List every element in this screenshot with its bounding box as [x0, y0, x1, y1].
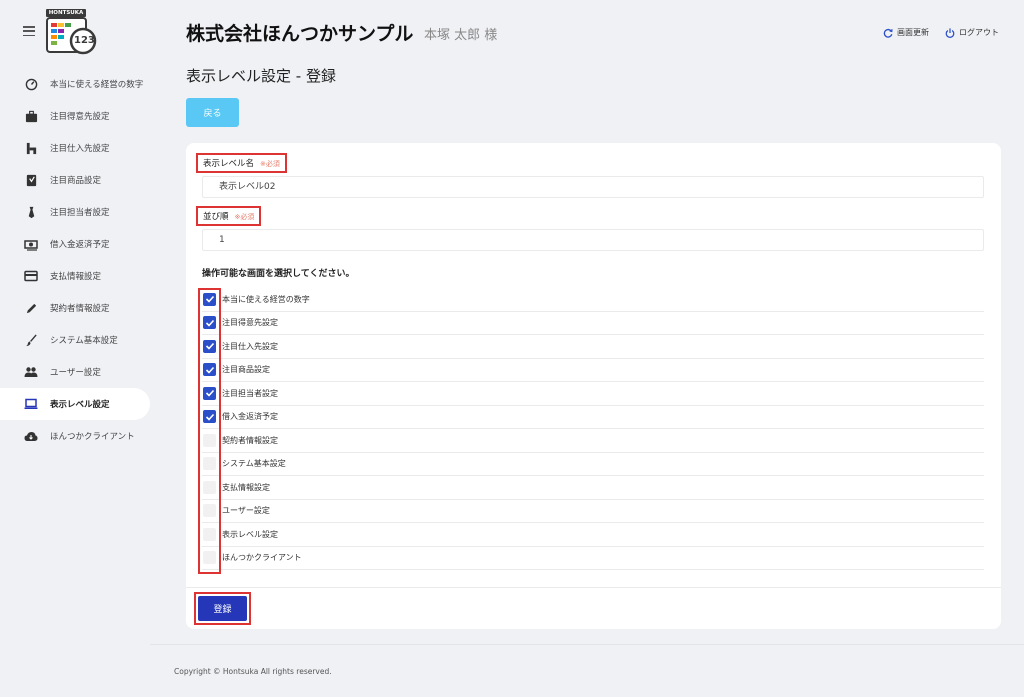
sidebar-item-products[interactable]: 注目商品設定 [0, 164, 150, 196]
cloud-download-icon [24, 429, 38, 443]
bookmark-box-icon [24, 173, 38, 187]
list-item: 支払情報設定 [202, 476, 984, 500]
refresh-button[interactable]: 画面更新 [883, 27, 929, 38]
sidebar-item-label: システム基本設定 [50, 336, 118, 346]
pen-icon [24, 301, 38, 315]
sidebar-item-label: ユーザー設定 [50, 368, 101, 378]
list-item: 表示レベル設定 [202, 523, 984, 547]
list-item: ほんつかクライアント [202, 547, 984, 570]
required-mark: ※必須 [260, 160, 280, 168]
checkbox-highlight-frame [198, 288, 221, 574]
screen-label: 注目仕入先設定 [222, 341, 278, 351]
sidebar-item-loans[interactable]: 借入金返済予定 [0, 228, 150, 260]
level-name-label-text: 表示レベル名 [203, 159, 255, 169]
laptop-icon [24, 397, 38, 411]
submit-highlight-frame: 登録 [194, 592, 251, 625]
level-name-label: 表示レベル名 ※必須 [196, 153, 287, 173]
speedometer-icon [24, 77, 38, 91]
credit-card-icon [24, 269, 38, 283]
refresh-icon [883, 28, 893, 38]
screen-label: ほんつかクライアント [222, 553, 302, 563]
screen-label: 支払情報設定 [222, 482, 270, 492]
company-name: 株式会社ほんつかサンプル [186, 23, 414, 45]
list-item: 注目仕入先設定 [202, 335, 984, 359]
page-title: 表示レベル設定 - 登録 [186, 67, 336, 85]
sidebar-item-label: 借入金返済予定 [50, 240, 110, 250]
list-item: 契約者情報設定 [202, 429, 984, 453]
screen-label: 注目担当者設定 [222, 388, 278, 398]
sidebar-item-system[interactable]: システム基本設定 [0, 324, 150, 356]
form-card: 表示レベル名 ※必須 表示レベル02 並び順 ※必須 1 操作可能な画面を選択してく… [186, 143, 1001, 629]
logo-number: 123 [74, 35, 95, 46]
list-item: 注目得意先設定 [202, 312, 984, 335]
screen-label: 借入金返済予定 [222, 412, 278, 422]
sidebar-item-label: 注目担当者設定 [50, 208, 110, 218]
order-input[interactable]: 1 [202, 229, 984, 251]
required-mark: ※必須 [234, 213, 255, 221]
sidebar-item-payment[interactable]: 支払情報設定 [0, 260, 150, 292]
level-name-input[interactable]: 表示レベル02 [202, 176, 984, 198]
sidebar-item-contractor[interactable]: 契約者情報設定 [0, 292, 150, 324]
screen-select-instruction: 操作可能な画面を選択してください。 [202, 269, 355, 279]
screen-checkbox-list: 本当に使える経営の数字 注目得意先設定 注目仕入先設定 注目商品設定 注目担当者… [202, 288, 984, 570]
order-label: 並び順 ※必須 [196, 206, 262, 226]
user-name: 本塚 太郎 様 [424, 28, 498, 43]
brush-icon [24, 333, 38, 347]
sidebar-item-management-numbers[interactable]: 本当に使える経営の数字 [0, 68, 150, 100]
menu-icon[interactable] [23, 26, 35, 36]
sidebar-item-label: 支払情報設定 [50, 272, 102, 282]
power-icon [945, 27, 955, 38]
sidebar-item-label: 注目商品設定 [50, 176, 102, 186]
screen-label: ユーザー設定 [222, 506, 270, 516]
sidebar-item-label: 注目得意先設定 [50, 112, 110, 122]
sidebar-item-label: 本当に使える経営の数字 [50, 80, 144, 90]
sidebar-item-users[interactable]: ユーザー設定 [0, 356, 150, 388]
sidebar-item-label: 表示レベル設定 [50, 400, 110, 410]
sidebar-item-suppliers[interactable]: 注目仕入先設定 [0, 132, 150, 164]
back-button[interactable]: 戻る [186, 98, 239, 127]
list-item: 注目商品設定 [202, 359, 984, 382]
list-item: 借入金返済予定 [202, 406, 984, 429]
sidebar-item-staff[interactable]: 注目担当者設定 [0, 196, 150, 228]
logout-button[interactable]: ログアウト [945, 27, 999, 38]
briefcase-icon [24, 109, 38, 123]
users-icon [24, 365, 38, 379]
sidebar: HONTSUKA 123 本当に使える経営の数字 注目得意先設定 注目仕入先設定 [0, 0, 150, 697]
footer-divider [150, 644, 1024, 645]
hontsuka-logo[interactable]: HONTSUKA 123 [46, 9, 98, 55]
logout-label: ログアウト [959, 28, 999, 37]
sidebar-item-client[interactable]: ほんつかクライアント [0, 420, 150, 452]
screen-label: 注目商品設定 [222, 365, 270, 375]
list-item: ユーザー設定 [202, 500, 984, 523]
copyright: Copyright © Hontsuka All rights reserved… [174, 667, 332, 676]
sidebar-item-label: 契約者情報設定 [50, 304, 110, 314]
sidebar-item-label: 注目仕入先設定 [50, 144, 110, 154]
list-item: 注目担当者設定 [202, 382, 984, 406]
screen-label: 表示レベル設定 [222, 529, 278, 539]
sidebar-item-label: ほんつかクライアント [50, 432, 135, 442]
divider [186, 587, 1001, 588]
order-label-text: 並び順 [203, 212, 229, 222]
screen-label: システム基本設定 [222, 459, 286, 469]
list-item: 本当に使える経営の数字 [202, 288, 984, 312]
refresh-label: 画面更新 [897, 28, 929, 37]
sidebar-nav: 本当に使える経営の数字 注目得意先設定 注目仕入先設定 注目商品設定 注目担当者… [0, 68, 150, 452]
list-item: システム基本設定 [202, 453, 984, 476]
necktie-icon [24, 205, 38, 219]
screen-label: 本当に使える経営の数字 [222, 294, 310, 304]
cash-icon [24, 237, 38, 251]
submit-button[interactable]: 登録 [198, 596, 247, 621]
sidebar-item-display-level[interactable]: 表示レベル設定 [0, 388, 150, 420]
building-icon [24, 141, 38, 155]
sidebar-item-customers[interactable]: 注目得意先設定 [0, 100, 150, 132]
screen-label: 契約者情報設定 [222, 435, 278, 445]
screen-label: 注目得意先設定 [222, 318, 278, 328]
